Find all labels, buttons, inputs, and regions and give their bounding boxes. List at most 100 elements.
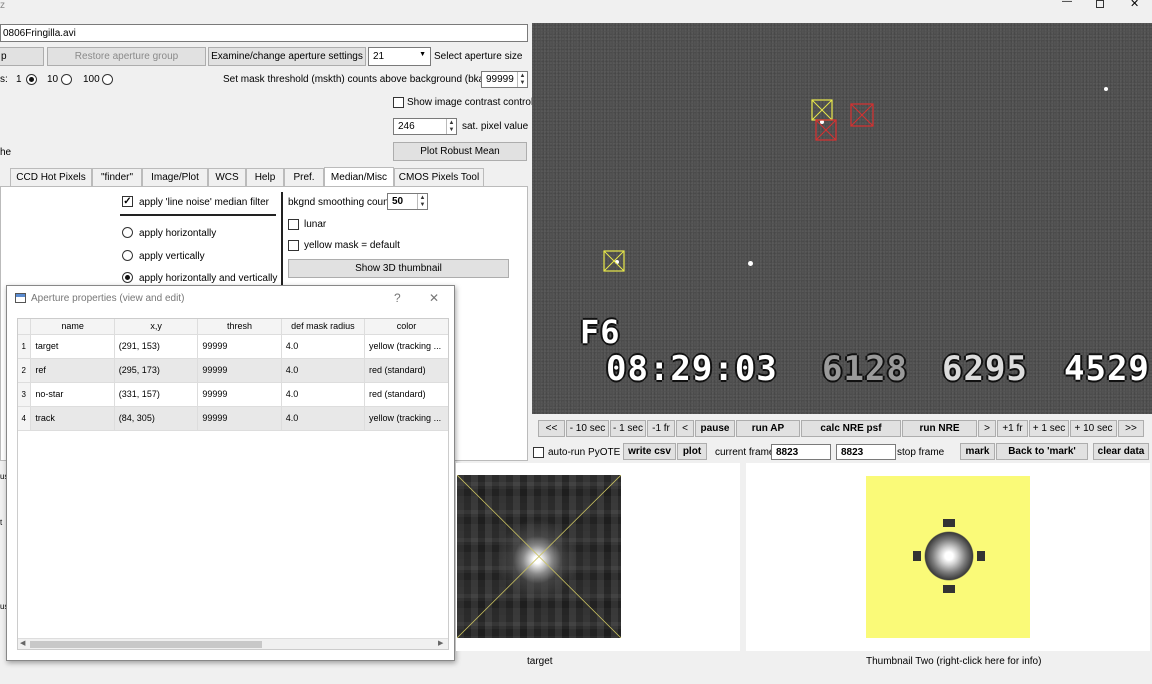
cell-color[interactable]: red (standard) [364,358,449,383]
cell-xy[interactable]: (295, 173) [114,358,199,383]
apply-horizontally-radio[interactable] [122,227,133,238]
column-header-color[interactable]: color [364,318,449,335]
scroll-left-icon[interactable]: ◀ [20,639,25,647]
left-button-fragment[interactable]: p [0,47,44,66]
spin-arrows-icon[interactable]: ▲ ▼ [517,72,527,87]
aperture-target-box[interactable] [811,99,833,121]
close-icon[interactable]: ✕ [1130,0,1139,10]
aperture-ref-box[interactable] [815,119,837,141]
cell-name[interactable]: target [30,334,115,359]
cell-xy[interactable]: (84, 305) [114,406,199,431]
video-frame[interactable]: F6 08:29:03 6128 6295 4529 [532,23,1152,414]
show-3d-thumbnail-button[interactable]: Show 3D thumbnail [288,259,509,278]
forward-10-sec-button[interactable]: + 10 sec [1070,420,1117,437]
sat-value-input[interactable]: 246 ▲ ▼ [393,118,457,135]
file-path-field[interactable]: 0806Fringilla.avi [0,24,528,42]
spin-arrows-icon[interactable]: ▲ ▼ [417,194,427,209]
cell-radius[interactable]: 4.0 [281,382,366,407]
clear-data-button[interactable]: clear data [1093,443,1149,460]
back-10-sec-button[interactable]: - 10 sec [566,420,609,437]
plot-button[interactable]: plot [677,443,707,460]
maximize-icon[interactable] [1096,0,1104,8]
apply-both-radio[interactable] [122,272,133,283]
plot-robust-mean-button[interactable]: Plot Robust Mean [393,142,527,161]
tab-wcs[interactable]: WCS [208,168,246,186]
mark-button[interactable]: mark [960,443,995,460]
row-number[interactable]: 4 [17,406,32,431]
cell-xy[interactable]: (331, 157) [114,382,199,407]
back-1-frame-button[interactable]: -1 fr [647,420,675,437]
apply-median-checkbox[interactable]: ✓ [122,196,133,207]
auto-run-pyote-checkbox[interactable] [533,447,544,458]
cell-xy[interactable]: (291, 153) [114,334,199,359]
aperture-track-box[interactable] [603,250,625,272]
cell-thresh[interactable]: 99999 [197,358,282,383]
table-row[interactable]: 2 ref (295, 173) 99999 4.0 red (standard… [17,358,449,383]
cell-thresh[interactable]: 99999 [197,382,282,407]
minimize-icon[interactable]: — [1062,0,1072,7]
forward-1-frame-button[interactable]: +1 fr [997,420,1028,437]
scroll-right-icon[interactable]: ▶ [438,639,443,647]
tab-image-plot[interactable]: Image/Plot [142,168,208,186]
horizontal-scrollbar[interactable]: ◀ ▶ [18,638,448,649]
thumbnail-two-image[interactable] [866,476,1030,638]
cell-radius[interactable]: 4.0 [281,334,366,359]
cell-thresh[interactable]: 99999 [197,334,282,359]
examine-aperture-settings-button[interactable]: Examine/change aperture settings [208,47,366,66]
column-header-name[interactable]: name [30,318,115,335]
row-number[interactable]: 2 [17,358,32,383]
restore-aperture-group-button[interactable]: Restore aperture group [47,47,206,66]
scale-option-10-radio[interactable] [61,74,72,85]
thumbnail-two-label[interactable]: Thumbnail Two (right-click here for info… [866,656,1041,667]
bkgnd-smoothing-input[interactable]: 50 ▲ ▼ [387,193,428,210]
back-to-mark-button[interactable]: Back to 'mark' [996,443,1088,460]
show-contrast-checkbox[interactable] [393,97,404,108]
cell-thresh[interactable]: 99999 [197,406,282,431]
yellow-mask-checkbox[interactable] [288,240,299,251]
column-header-thresh[interactable]: thresh [197,318,282,335]
table-row[interactable]: 4 track (84, 305) 99999 4.0 yellow (trac… [17,406,449,431]
step-back-button[interactable]: < [676,420,694,437]
scale-option-100-radio[interactable] [102,74,113,85]
row-number[interactable]: 3 [17,382,32,407]
tab-ccd-hot-pixels[interactable]: CCD Hot Pixels [10,168,92,186]
dialog-close-icon[interactable]: ✕ [429,291,439,305]
target-thumbnail[interactable] [457,475,621,638]
rewind-start-button[interactable]: << [538,420,565,437]
back-1-sec-button[interactable]: - 1 sec [610,420,646,437]
column-header-xy[interactable]: x,y [114,318,199,335]
aperture-size-select[interactable]: 21 ▼ [368,47,431,66]
step-forward-button[interactable]: > [978,420,996,437]
calc-nre-psf-button[interactable]: calc NRE psf [801,420,901,437]
cell-radius[interactable]: 4.0 [281,406,366,431]
scale-option-1-radio[interactable] [26,74,37,85]
cell-name[interactable]: no-star [30,382,115,407]
write-csv-button[interactable]: write csv [623,443,676,460]
tab-finder[interactable]: "finder" [92,168,142,186]
cell-color[interactable]: yellow (tracking ... [364,406,449,431]
aperture-no-star-box[interactable] [850,103,874,127]
stop-frame-input[interactable]: 8823 [836,444,896,460]
cell-name[interactable]: ref [30,358,115,383]
row-number[interactable]: 1 [17,334,32,359]
tab-cmos-pixels-tool[interactable]: CMOS Pixels Tool [394,168,484,186]
lunar-checkbox[interactable] [288,219,299,230]
tab-pref[interactable]: Pref. [284,168,324,186]
cell-color[interactable]: yellow (tracking ... [364,334,449,359]
mask-threshold-input[interactable]: 99999 ▲ ▼ [481,71,528,88]
run-ap-button[interactable]: run AP [736,420,800,437]
forward-end-button[interactable]: >> [1118,420,1144,437]
tab-median-misc[interactable]: Median/Misc [324,167,394,186]
help-icon[interactable]: ? [394,291,401,305]
tab-help[interactable]: Help [246,168,284,186]
current-frame-input[interactable]: 8823 [771,444,831,460]
cell-radius[interactable]: 4.0 [281,358,366,383]
cell-name[interactable]: track [30,406,115,431]
apply-vertically-radio[interactable] [122,250,133,261]
cell-color[interactable]: red (standard) [364,382,449,407]
pause-button[interactable]: pause [695,420,735,437]
scrollbar-thumb[interactable] [30,641,262,648]
column-header-radius[interactable]: def mask radius [281,318,366,335]
table-row[interactable]: 1 target (291, 153) 99999 4.0 yellow (tr… [17,334,449,359]
run-nre-button[interactable]: run NRE [902,420,977,437]
